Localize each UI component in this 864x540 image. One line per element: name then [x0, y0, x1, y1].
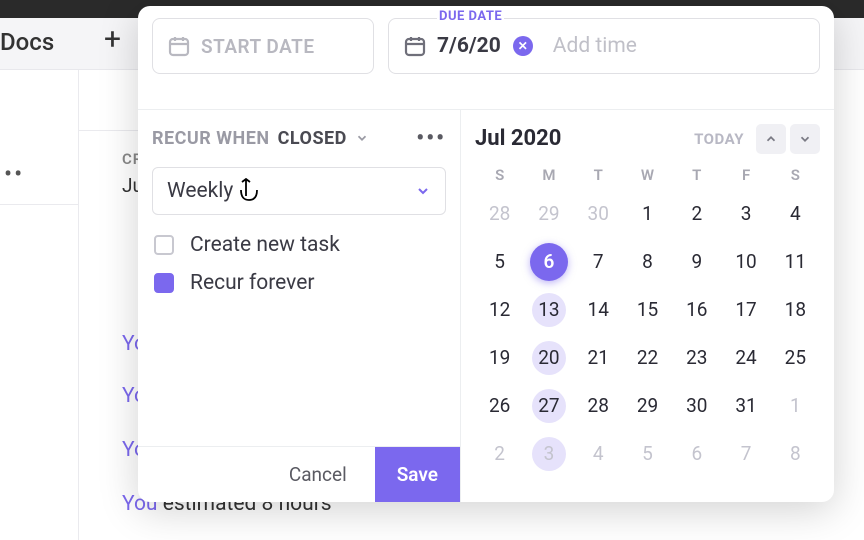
calendar-day[interactable]: 11	[771, 238, 820, 286]
drag-handle-icon[interactable]: ••	[4, 160, 24, 188]
calendar-day[interactable]: 4	[574, 430, 623, 478]
calendar-day[interactable]: 29	[623, 382, 672, 430]
date-picker-modal: START DATE DUE DATE 7/6/20 ✕ Add time RE…	[138, 6, 834, 502]
create-new-task-option[interactable]: Create new task	[152, 233, 446, 257]
dow-cell: S	[771, 166, 820, 184]
recur-when-label: RECUR WHEN	[152, 128, 270, 149]
next-month-button[interactable]	[790, 124, 820, 154]
calendar-day[interactable]: 12	[475, 286, 524, 334]
calendar-day[interactable]: 20	[524, 334, 573, 382]
start-date-input[interactable]: START DATE	[152, 18, 374, 74]
calendar-day[interactable]: 5	[475, 238, 524, 286]
calendar-day[interactable]: 27	[524, 382, 573, 430]
chevron-down-icon	[355, 131, 369, 145]
recur-forever-option[interactable]: Recur forever	[152, 271, 446, 295]
calendar-day[interactable]: 10	[721, 238, 770, 286]
calendar-day[interactable]: 16	[672, 286, 721, 334]
day-of-week-header: SMTWTFS	[475, 166, 820, 184]
calendar-day[interactable]: 15	[623, 286, 672, 334]
recur-closed-label: CLOSED	[278, 128, 347, 149]
calendar-day[interactable]: 7	[721, 430, 770, 478]
dow-cell: S	[475, 166, 524, 184]
chevron-up-icon	[764, 132, 778, 146]
due-date-input[interactable]: DUE DATE 7/6/20 ✕ Add time	[388, 18, 820, 74]
checkbox-checked-icon[interactable]	[154, 273, 174, 293]
calendar-day[interactable]: 3	[721, 190, 770, 238]
dow-cell: W	[623, 166, 672, 184]
recur-mode-selector[interactable]: RECUR WHEN CLOSED •••	[152, 126, 446, 151]
add-time-button[interactable]: Add time	[553, 34, 637, 58]
calendar-day[interactable]: 8	[771, 430, 820, 478]
calendar-day[interactable]: 28	[574, 382, 623, 430]
calendar-day[interactable]: 21	[574, 334, 623, 382]
frequency-select[interactable]: Weekly	[152, 167, 446, 215]
calendar-day[interactable]: 9	[672, 238, 721, 286]
calendar-day[interactable]: 1	[623, 190, 672, 238]
calendar-day[interactable]: 30	[672, 382, 721, 430]
frequency-value: Weekly	[167, 179, 233, 203]
calendar-day[interactable]: 7	[574, 238, 623, 286]
calendar-day[interactable]: 5	[623, 430, 672, 478]
checkbox-unchecked-icon[interactable]	[154, 235, 174, 255]
dow-cell: T	[574, 166, 623, 184]
calendar-day[interactable]: 30	[574, 190, 623, 238]
calendar-day[interactable]: 8	[623, 238, 672, 286]
chevron-down-icon	[798, 132, 812, 146]
dow-cell: T	[672, 166, 721, 184]
chevron-down-icon	[415, 183, 431, 199]
calendar-day[interactable]: 28	[475, 190, 524, 238]
dow-cell: F	[721, 166, 770, 184]
due-date-label: DUE DATE	[437, 9, 504, 24]
calendar-day[interactable]: 2	[672, 190, 721, 238]
calendar-day[interactable]: 1	[771, 382, 820, 430]
cancel-button[interactable]: Cancel	[271, 449, 365, 500]
calendar-day[interactable]: 6	[672, 430, 721, 478]
docs-label: Docs	[0, 28, 54, 56]
calendar-day[interactable]: 31	[721, 382, 770, 430]
prev-month-button[interactable]	[756, 124, 786, 154]
calendar-day[interactable]: 2	[475, 430, 524, 478]
calendar-month-title: Jul 2020	[475, 126, 561, 151]
add-icon[interactable]: +	[104, 22, 121, 57]
today-button[interactable]: TODAY	[694, 130, 744, 148]
calendar-icon	[403, 34, 427, 58]
calendar-day[interactable]: 22	[623, 334, 672, 382]
calendar-day[interactable]: 13	[524, 286, 573, 334]
calendar-day[interactable]: 25	[771, 334, 820, 382]
calendar-icon	[167, 34, 191, 58]
more-options-icon[interactable]: •••	[416, 126, 446, 151]
save-button[interactable]: Save	[375, 447, 460, 502]
create-new-task-label: Create new task	[190, 233, 340, 257]
calendar-day[interactable]: 14	[574, 286, 623, 334]
calendar-day[interactable]: 24	[721, 334, 770, 382]
clear-due-date-icon[interactable]: ✕	[513, 36, 533, 56]
due-date-value: 7/6/20	[437, 34, 501, 58]
recur-forever-label: Recur forever	[190, 271, 314, 295]
calendar-day[interactable]: 29	[524, 190, 573, 238]
calendar-day[interactable]: 17	[721, 286, 770, 334]
calendar-day[interactable]: 26	[475, 382, 524, 430]
calendar-day[interactable]: 6	[524, 238, 573, 286]
calendar-day[interactable]: 4	[771, 190, 820, 238]
calendar-day[interactable]: 19	[475, 334, 524, 382]
start-date-placeholder: START DATE	[201, 35, 315, 58]
calendar-day[interactable]: 23	[672, 334, 721, 382]
calendar-day[interactable]: 3	[524, 430, 573, 478]
calendar-day[interactable]: 18	[771, 286, 820, 334]
dow-cell: M	[524, 166, 573, 184]
